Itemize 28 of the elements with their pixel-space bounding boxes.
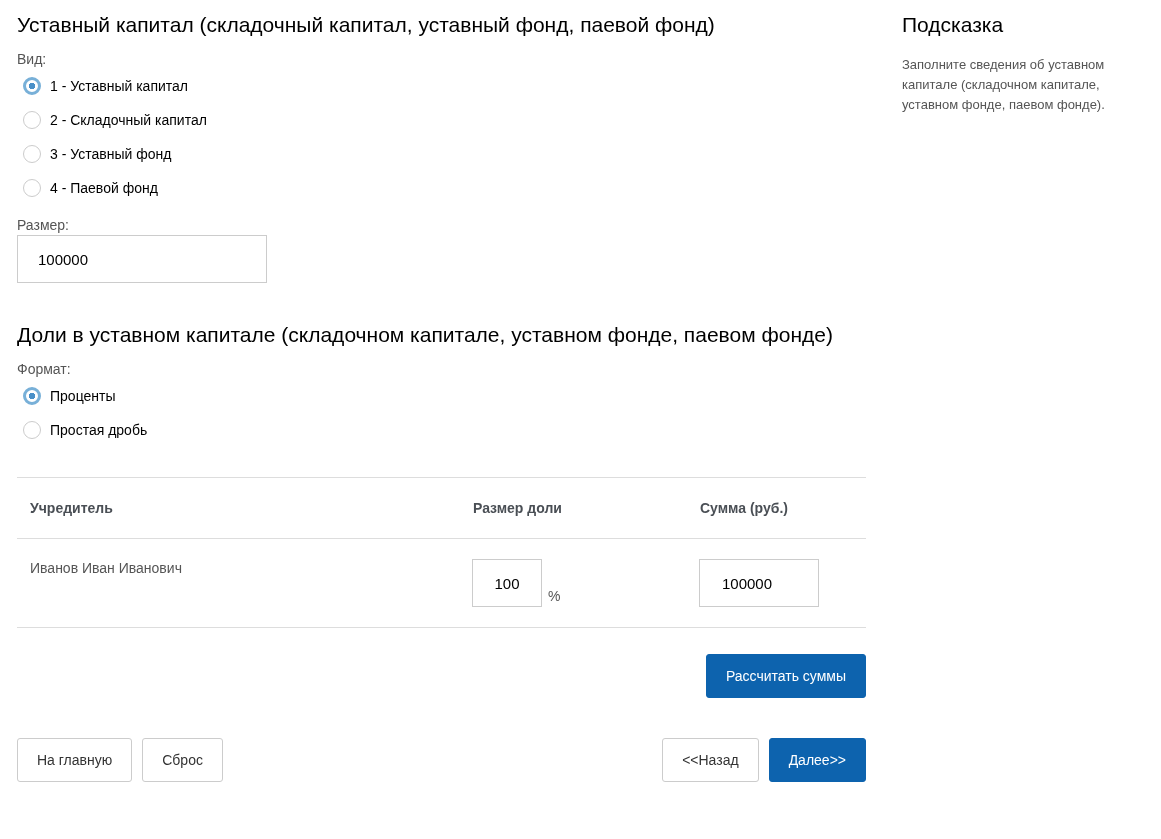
radio-option[interactable]: 1 - Уставный капитал (23, 69, 188, 103)
radio-option[interactable]: 2 - Складочный капитал (23, 103, 207, 137)
footer-button[interactable]: <<Назад (662, 738, 759, 782)
hint-text: Заполните сведения об уставном капитале (складочном капитале, уставном фонде, паевом фонде). (902, 56, 1106, 114)
radio-option[interactable]: Простая дробь (23, 413, 148, 447)
section-title: Доли в уставном капитале (складочном капитале, уставном фонде, паевом фонде) (17, 322, 834, 348)
radio-button[interactable] (23, 387, 41, 405)
radio-button[interactable] (23, 77, 41, 95)
sum-input[interactable]: 100000 (699, 559, 819, 607)
footer-button[interactable]: Далее>> (768, 738, 866, 782)
radio-option[interactable]: Проценты (23, 379, 116, 413)
section-title: Уставный капитал (складочный капитал, уставный фонд, паевой фонд) (17, 12, 716, 38)
column-header: Размер доли (472, 477, 699, 539)
table-cell: Иванов Иван Иванович (17, 538, 472, 628)
column-header: Учредитель (17, 477, 472, 539)
unit-label: % (548, 587, 561, 604)
share-input[interactable]: 100 (472, 559, 542, 607)
footer-button[interactable]: Сброс (142, 738, 223, 782)
hint-title: Подсказка (902, 12, 1005, 38)
radio-option[interactable]: 4 - Паевой фонд (23, 171, 158, 205)
radio-option[interactable]: 3 - Уставный фонд (23, 137, 172, 171)
calculate-button[interactable]: Рассчитать суммы (705, 654, 866, 698)
field-label: Вид: (17, 51, 48, 67)
field-label: Размер: (17, 217, 70, 233)
size-input[interactable]: 100000 (17, 235, 267, 283)
field-label: Формат: (17, 361, 72, 377)
column-header: Сумма (руб.) (699, 477, 866, 539)
footer-button[interactable]: На главную (17, 738, 133, 782)
